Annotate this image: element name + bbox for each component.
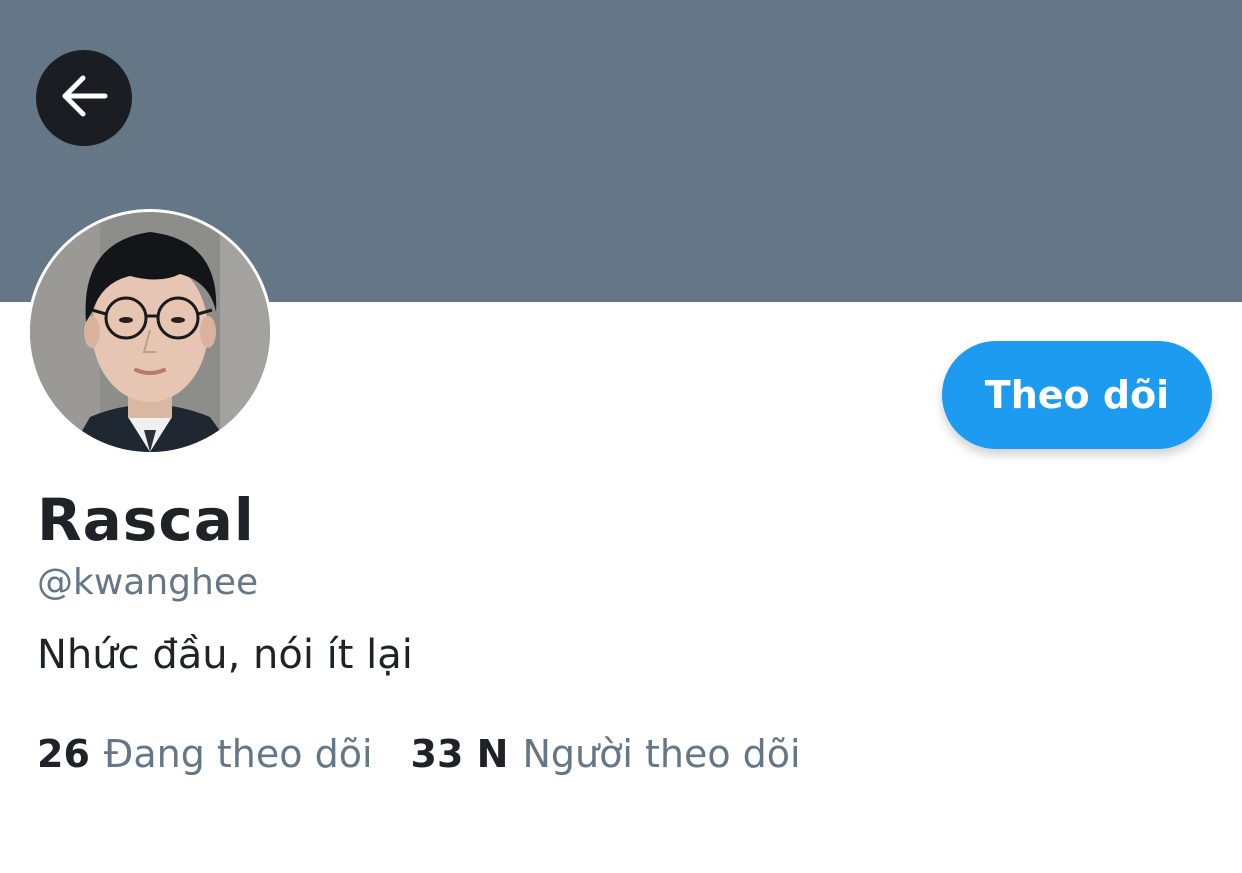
profile-bio: Nhức đầu, nói ít lại: [37, 632, 413, 678]
following-stat[interactable]: 26 Đang theo dõi: [37, 732, 373, 776]
followers-stat[interactable]: 33 N Người theo dõi: [411, 732, 801, 776]
arrow-left-icon: [57, 69, 111, 128]
following-count: 26: [37, 732, 90, 776]
profile-page: Theo dõi Rascal @kwanghee Nhức đầu, nói …: [0, 0, 1242, 873]
display-name: Rascal: [37, 486, 255, 554]
profile-stats: 26 Đang theo dõi 33 N Người theo dõi: [37, 732, 801, 776]
follow-button[interactable]: Theo dõi: [942, 341, 1212, 449]
username-handle: @kwanghee: [37, 562, 259, 603]
followers-label: Người theo dõi: [522, 732, 801, 776]
followers-count: 33 N: [410, 732, 509, 776]
back-button[interactable]: [36, 50, 132, 146]
following-label: Đang theo dõi: [103, 732, 373, 776]
avatar[interactable]: [30, 212, 270, 452]
